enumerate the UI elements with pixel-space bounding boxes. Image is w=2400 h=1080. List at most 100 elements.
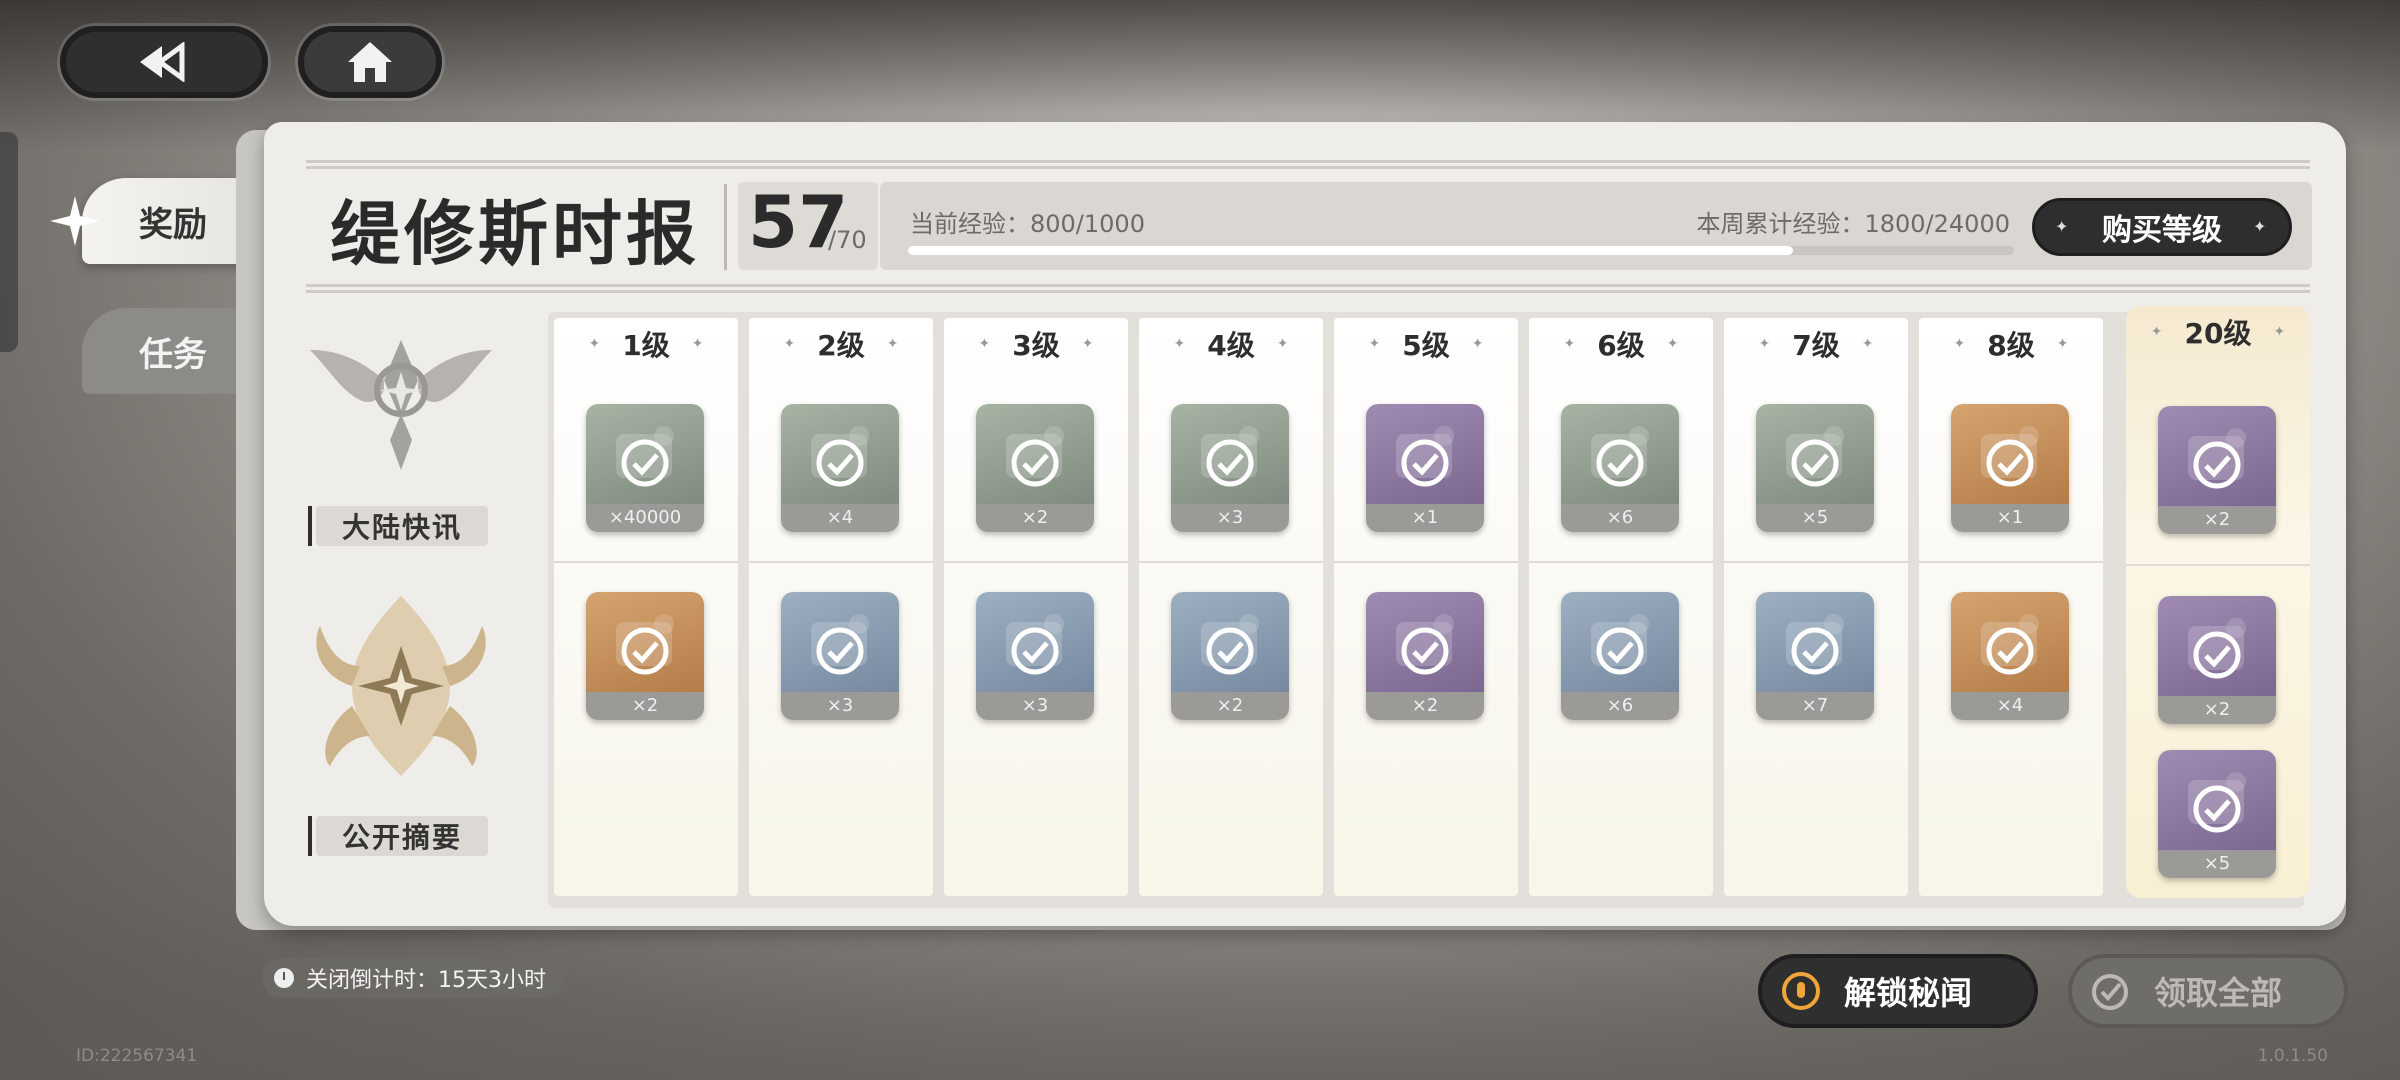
countdown-text: 关闭倒计时：15天3小时 [306,968,546,993]
sparkle-icon: ✦ [2273,324,2286,340]
keyhole-icon [1782,972,1820,1010]
claimed-check-icon [2193,441,2241,489]
left-edge-handle [0,132,18,352]
reward-count: ×5 [2158,850,2276,878]
reward-item[interactable]: ×3 [781,592,899,720]
claimed-check-icon [816,627,864,675]
reward-count: ×2 [586,692,704,720]
player-id: ID:222567341 [76,1046,198,1066]
sparkle-icon: ✦ [2253,217,2267,236]
back-icon [140,42,185,82]
reward-item[interactable]: ×3 [1171,404,1289,532]
exp-progress-fill [908,246,1793,255]
reward-item[interactable]: ×7 [1756,592,1874,720]
reward-item[interactable]: ×6 [1561,404,1679,532]
buy-level-button[interactable]: ✦ 购买等级 ✦ [2032,198,2292,256]
claimed-check-icon [1206,439,1254,487]
track-divider [554,561,738,563]
claim-all-button[interactable]: 领取全部 [2068,954,2348,1028]
sparkle-icon: ✦ [1081,336,1094,352]
claimed-check-icon [1401,627,1449,675]
reward-item[interactable]: ×4 [1951,592,2069,720]
track-divider [1724,561,1908,563]
reward-count: ×4 [1951,692,2069,720]
sparkle-icon: ✦ [691,336,704,352]
reward-count: ×2 [1366,692,1484,720]
reward-count: ×6 [1561,504,1679,532]
level-header: ✦ 4级 ✦ [1139,318,1323,370]
reward-count: ×40000 [586,504,704,532]
reward-item[interactable]: ×2 [976,404,1094,532]
current-exp: 当前经验：800/1000 [910,210,1145,238]
unlock-premium-button[interactable]: 解锁秘闻 [1758,954,2038,1028]
sparkle-icon: ✦ [886,336,899,352]
claimed-check-icon [1206,627,1254,675]
track-divider [1919,561,2103,563]
reward-count: ×3 [976,692,1094,720]
reward-item[interactable]: ×2 [1171,592,1289,720]
reward-item-background [2158,750,2276,850]
reward-item[interactable]: ×40000 [586,404,704,532]
unlock-premium-label: 解锁秘闻 [1844,974,1973,1012]
reward-item[interactable]: ×1 [1366,404,1484,532]
level-label: 5级 [1402,329,1450,362]
reward-count: ×1 [1951,504,2069,532]
level-column: ✦ 6级 ✦ ×6 ×6 [1529,318,1713,896]
sparkle-icon: ✦ [1861,336,1874,352]
max-level: /70 [828,226,867,254]
reward-item-background [1171,404,1289,504]
back-button[interactable] [60,26,268,98]
track-label-free: 大陆快讯 [308,506,488,546]
sparkle-icon: ✦ [2055,217,2069,236]
level-label: 20级 [2184,317,2252,350]
exp-progress-bar [908,246,2014,255]
reward-item[interactable]: ×6 [1561,592,1679,720]
reward-item[interactable]: ×5 [1756,404,1874,532]
claimed-check-icon [1596,439,1644,487]
reward-item[interactable]: ×2 [1366,592,1484,720]
level-column: ✦ 5级 ✦ ×1 ×2 [1334,318,1518,896]
home-button[interactable] [298,26,442,98]
reward-item[interactable]: ×2 [586,592,704,720]
clock-icon [274,968,294,988]
reward-item[interactable]: ×1 [1951,404,2069,532]
sparkle-icon: ✦ [2056,336,2069,352]
reward-item-background [1951,404,2069,504]
reward-item[interactable]: ×3 [976,592,1094,720]
reward-item[interactable]: ×2 [2158,596,2276,724]
reward-count: ×3 [781,692,899,720]
top-rule [306,160,2310,163]
reward-item-background [586,404,704,504]
check-circle-icon [2092,974,2128,1010]
reward-item[interactable]: ×2 [2158,406,2276,534]
level-column: ✦ 1级 ✦ ×40000 ×2 [554,318,738,896]
level-label: 2级 [817,329,865,362]
level-label: 6级 [1597,329,1645,362]
level-label: 4级 [1207,329,1255,362]
reward-item-background [976,592,1094,692]
level-label: 8级 [1987,329,2035,362]
sparkle-icon: ✦ [1563,336,1576,352]
level-label: 7级 [1792,329,1840,362]
top-rule-2 [306,166,2310,169]
weekly-exp: 本周累计经验：1800/24000 [1696,210,2010,238]
reward-item[interactable]: ×5 [2158,750,2276,878]
level-column: ✦ 2级 ✦ ×4 ×3 [749,318,933,896]
level-header: ✦ 8级 ✦ [1919,318,2103,370]
sparkle-icon: ✦ [588,336,601,352]
reward-item-background [976,404,1094,504]
buy-level-label: 购买等级 [2102,213,2222,248]
sparkle-icon: ✦ [783,336,796,352]
sparkle-icon: ✦ [1368,336,1381,352]
sparkle-icon: ✦ [1666,336,1679,352]
claimed-check-icon [1791,439,1839,487]
sparkle-icon: ✦ [1758,336,1771,352]
claimed-check-icon [1401,439,1449,487]
level-column: ✦ 4级 ✦ ×3 ×2 [1139,318,1323,896]
reward-item[interactable]: ×4 [781,404,899,532]
version-label: 1.0.1.50 [2257,1046,2328,1066]
reward-item-background [1756,404,1874,504]
home-icon [348,42,392,82]
claimed-check-icon [1986,439,2034,487]
level-header: ✦ 7级 ✦ [1724,318,1908,370]
